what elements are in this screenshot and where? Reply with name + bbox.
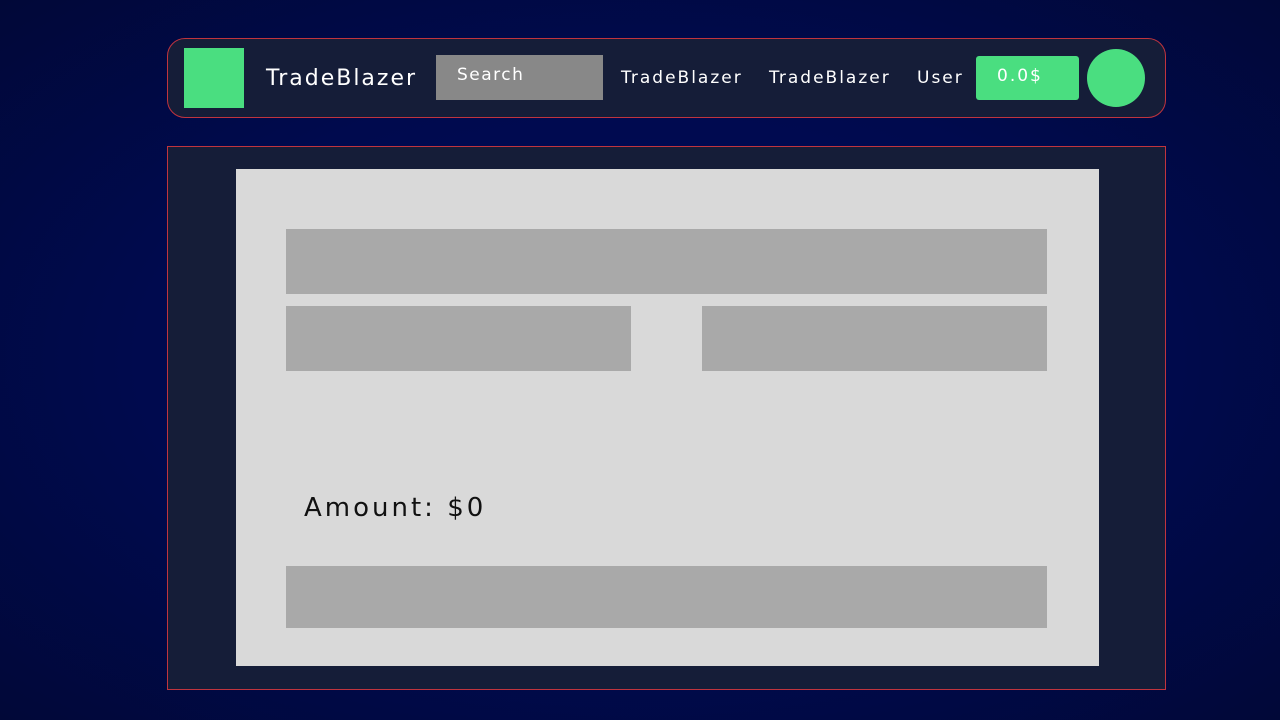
search-input[interactable] — [436, 55, 603, 100]
trade-input-full[interactable] — [286, 229, 1047, 294]
nav-link-user[interactable]: User — [917, 66, 964, 90]
balance-button[interactable]: 0.0$ — [976, 56, 1079, 100]
nav-link-tradeblazer-1[interactable]: TradeBlazer — [621, 66, 743, 90]
submit-button[interactable] — [286, 566, 1047, 628]
top-navbar: TradeBlazer TradeBlazer TradeBlazer User… — [167, 38, 1166, 118]
logo-icon[interactable] — [184, 48, 244, 108]
main-content: Amount: $0 — [167, 146, 1166, 690]
trade-input-left[interactable] — [286, 306, 631, 371]
brand-name[interactable]: TradeBlazer — [266, 65, 417, 93]
amount-label: Amount: $0 — [304, 493, 487, 523]
trade-form-card: Amount: $0 — [236, 169, 1099, 666]
avatar-icon[interactable] — [1087, 49, 1145, 107]
nav-link-tradeblazer-2[interactable]: TradeBlazer — [769, 66, 891, 90]
trade-input-right[interactable] — [702, 306, 1047, 371]
